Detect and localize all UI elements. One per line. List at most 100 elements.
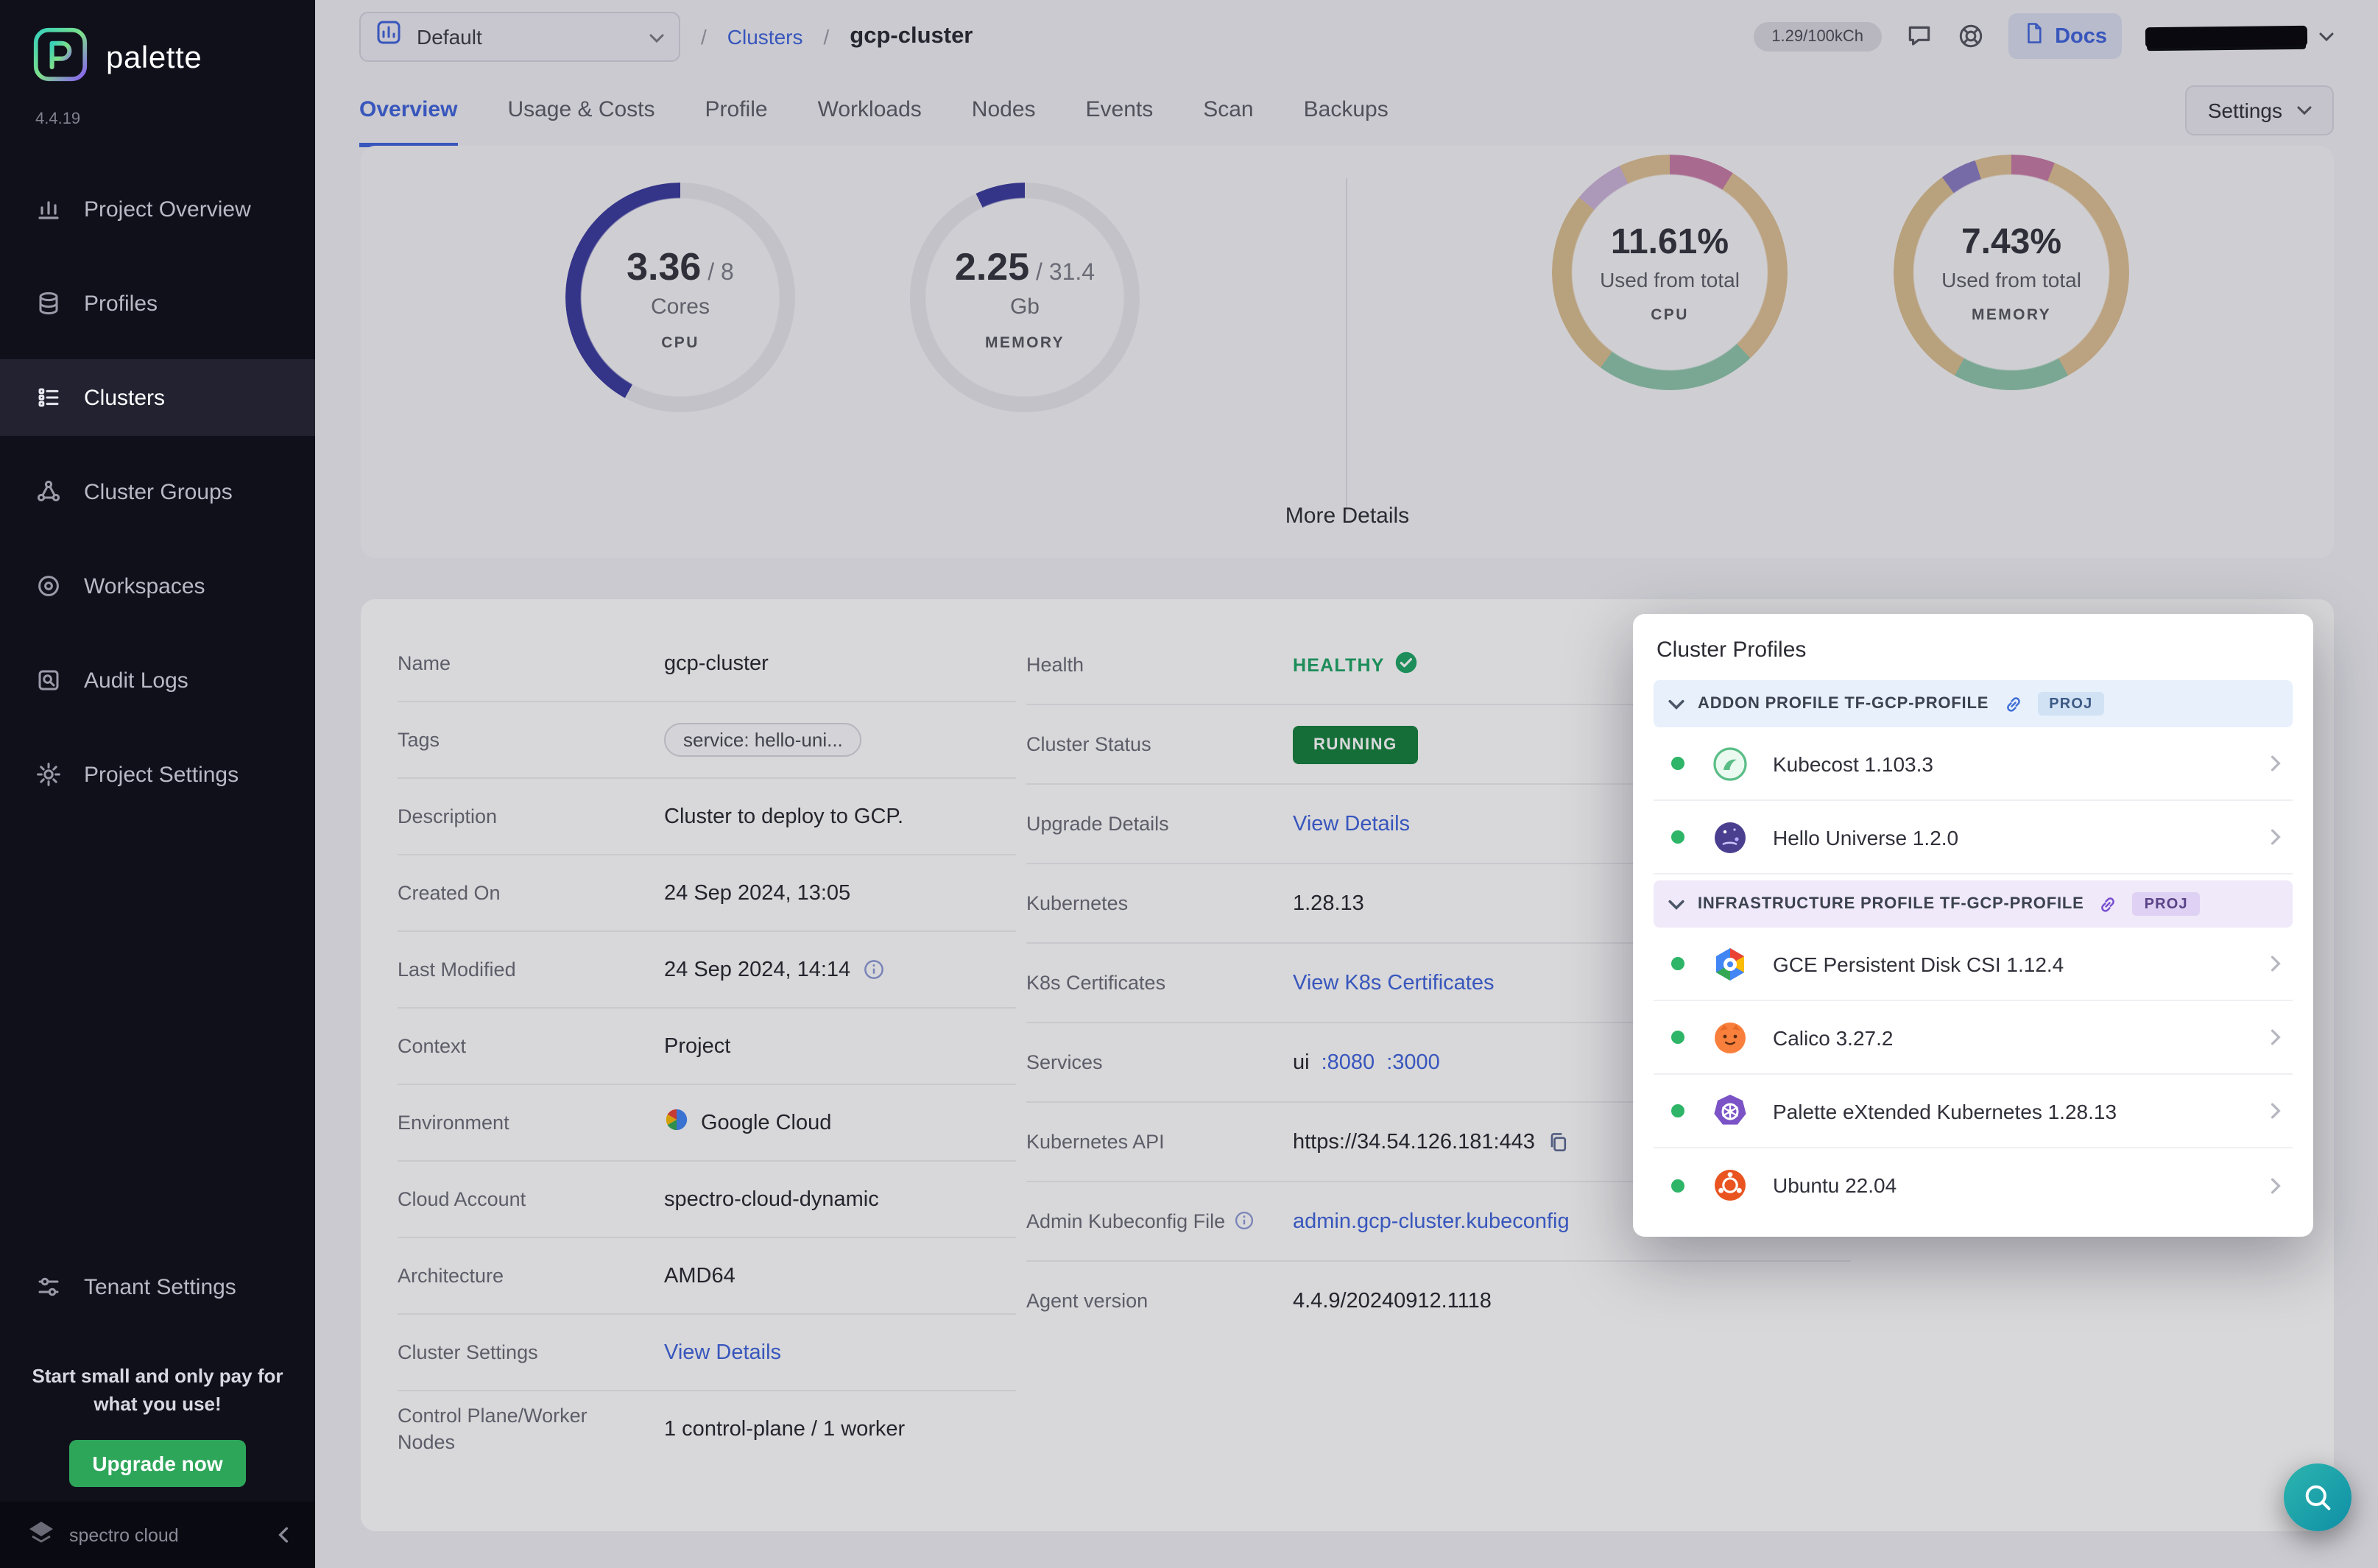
copy-icon[interactable] [1547, 1130, 1570, 1154]
help-icon[interactable] [1956, 22, 1984, 50]
app-root: palette 4.4.19 Project Overview Profiles… [0, 0, 2378, 1568]
kubeconfig-download-link[interactable]: admin.gcp-cluster.kubeconfig [1293, 1209, 1570, 1233]
tab-usage-costs[interactable]: Usage & Costs [507, 72, 655, 147]
row-label: Context [398, 1034, 467, 1057]
brand: palette [0, 0, 315, 90]
row-label: Created On [398, 881, 501, 904]
info-icon[interactable] [862, 958, 884, 981]
stats-divider [1346, 178, 1347, 514]
tab-workloads[interactable]: Workloads [818, 72, 922, 147]
user-account-menu[interactable] [2145, 24, 2334, 48]
sidebar-item-label: Workspaces [84, 573, 205, 598]
profile-item-name: Kubecost 1.103.3 [1773, 752, 1933, 775]
addon-profile-section-header[interactable]: ADDON PROFILE TF-GCP-PROFILE PROJ [1654, 680, 2293, 727]
profile-item-name: Hello Universe 1.2.0 [1773, 825, 1959, 849]
chevron-right-icon [2271, 755, 2281, 771]
row-label: Services [1026, 1050, 1103, 1073]
usage-credits-pill: 1.29/100kCh [1754, 21, 1882, 51]
bar-chart-icon [35, 196, 62, 222]
kubecost-icon [1711, 744, 1749, 783]
ubuntu-icon [1711, 1166, 1749, 1204]
sidebar-item-workspaces[interactable]: Workspaces [0, 548, 315, 624]
service-name: ui [1293, 1050, 1310, 1074]
sidebar-item-clusters[interactable]: Clusters [0, 359, 315, 436]
sidebar-item-project-settings[interactable]: Project Settings [0, 736, 315, 813]
row-label: Last Modified [398, 958, 516, 981]
profile-item-kubecost[interactable]: Kubecost 1.103.3 [1654, 727, 2293, 801]
details-left-column: Name gcp-cluster Tags service: hello-uni… [398, 626, 1016, 1468]
chevron-down-icon [1668, 699, 1684, 709]
row-label: Health [1026, 653, 1084, 676]
memory-used-value: 2.25 [954, 244, 1030, 288]
tab-backups[interactable]: Backups [1304, 72, 1389, 147]
row-label: K8s Certificates [1026, 971, 1166, 994]
sidebar-item-tenant-settings[interactable]: Tenant Settings [0, 1249, 315, 1325]
sidebar-item-label: Tenant Settings [84, 1274, 236, 1299]
tab-overview[interactable]: Overview [359, 72, 458, 147]
row-label: Control Plane/Worker Nodes [398, 1405, 588, 1453]
redacted-username [2145, 24, 2308, 48]
profile-item-calico[interactable]: Calico 3.27.2 [1654, 1001, 2293, 1075]
service-port-3000-link[interactable]: :3000 [1386, 1050, 1440, 1074]
profile-item-name: Ubuntu 22.04 [1773, 1173, 1897, 1197]
sidebar-menu: Project Overview Profiles Clusters Clust… [0, 171, 315, 830]
search-fab-button[interactable] [2284, 1463, 2351, 1531]
sidebar-item-label: Cluster Groups [84, 479, 233, 504]
sidebar-item-label: Project Overview [84, 197, 251, 222]
settings-button[interactable]: Settings [2185, 85, 2334, 135]
tab-profile[interactable]: Profile [705, 72, 768, 147]
cpu-usage-donut: 11.61% Used from total CPU [1552, 155, 1788, 390]
sidebar-item-profiles[interactable]: Profiles [0, 265, 315, 342]
infrastructure-profile-section-header[interactable]: INFRASTRUCTURE PROFILE TF-GCP-PROFILE PR… [1654, 880, 2293, 928]
upgrade-now-button[interactable]: Upgrade now [69, 1439, 246, 1487]
cpu-total-value: / 8 [708, 260, 734, 285]
chevron-right-icon [2271, 1177, 2281, 1193]
memory-total-value: / 31.4 [1036, 260, 1095, 285]
chat-icon[interactable] [1905, 22, 1933, 50]
sliders-icon [35, 1274, 62, 1300]
row-value: 4.4.9/20240912.1118 [1293, 1290, 1492, 1313]
gear-icon [35, 761, 62, 788]
brand-name: palette [106, 40, 202, 74]
profile-item-name: GCE Persistent Disk CSI 1.12.4 [1773, 952, 2064, 975]
row-label: Description [398, 805, 498, 827]
tab-scan[interactable]: Scan [1203, 72, 1253, 147]
chevron-right-icon [2271, 956, 2281, 972]
cluster-settings-view-details-link[interactable]: View Details [664, 1341, 781, 1364]
view-k8s-certificates-link[interactable]: View K8s Certificates [1293, 971, 1494, 995]
sidebar-item-cluster-groups[interactable]: Cluster Groups [0, 453, 315, 530]
profile-item-ubuntu[interactable]: Ubuntu 22.04 [1654, 1148, 2293, 1222]
sidebar-item-label: Profiles [84, 291, 158, 316]
docs-button[interactable]: Docs [2008, 13, 2122, 59]
tab-nodes[interactable]: Nodes [972, 72, 1036, 147]
info-icon[interactable] [1234, 1211, 1255, 1232]
service-port-8080-link[interactable]: :8080 [1322, 1050, 1375, 1074]
chevron-right-icon [2271, 1103, 2281, 1119]
google-cloud-icon [664, 1107, 689, 1138]
detail-row-description: Description Cluster to deploy to GCP. [398, 779, 1016, 855]
detail-row-created: Created On 24 Sep 2024, 13:05 [398, 855, 1016, 932]
cpu-used-value: 3.36 [627, 244, 702, 288]
detail-row-cluster-settings: Cluster Settings View Details [398, 1315, 1016, 1391]
cpu-usage-label: CPU [1651, 306, 1689, 323]
profile-item-pxk[interactable]: Palette eXtended Kubernetes 1.28.13 [1654, 1075, 2293, 1148]
main-area: Default / Clusters / gcp-cluster 1.29/10… [315, 0, 2378, 1568]
sidebar-item-project-overview[interactable]: Project Overview [0, 171, 315, 247]
collapse-sidebar-icon[interactable] [278, 1527, 289, 1543]
sidebar-item-audit-logs[interactable]: Audit Logs [0, 642, 315, 718]
project-scope-selector[interactable]: Default [359, 11, 680, 61]
upgrade-view-details-link[interactable]: View Details [1293, 812, 1410, 836]
check-circle-icon [1395, 651, 1419, 679]
topbar-actions: 1.29/100kCh Docs [1754, 13, 2334, 59]
cpu-usage-percent: 11.61% [1610, 222, 1729, 261]
tag-chip[interactable]: service: hello-uni... [664, 723, 862, 757]
more-details-button[interactable]: More Details [361, 504, 2334, 529]
tab-events[interactable]: Events [1086, 72, 1154, 147]
profile-item-hello-universe[interactable]: Hello Universe 1.2.0 [1654, 801, 2293, 875]
profile-item-gce-disk[interactable]: GCE Persistent Disk CSI 1.12.4 [1654, 928, 2293, 1001]
profile-item-name: Calico 3.27.2 [1773, 1025, 1894, 1049]
promo-text: Start small and only pay for what you us… [32, 1365, 283, 1415]
row-label: Cluster Settings [398, 1341, 538, 1363]
docs-label: Docs [2055, 24, 2107, 48]
breadcrumb-clusters-link[interactable]: Clusters [727, 24, 803, 48]
